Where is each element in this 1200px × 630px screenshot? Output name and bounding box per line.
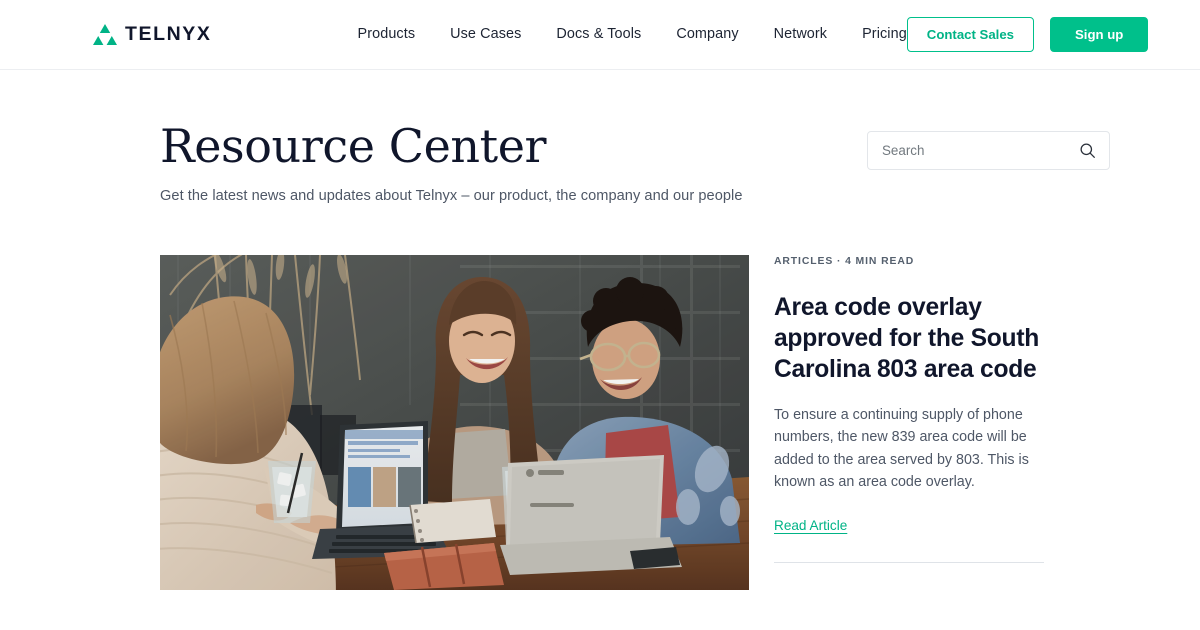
featured-article: ARTICLES · 4 MIN READ Area code overlay … bbox=[160, 254, 1110, 590]
article-description: To ensure a continuing supply of phone n… bbox=[774, 407, 1029, 490]
page-subtitle: Get the latest news and updates about Te… bbox=[160, 187, 743, 204]
nav-item-docs-tools[interactable]: Docs & Tools bbox=[556, 27, 641, 42]
nav-item-pricing[interactable]: Pricing bbox=[862, 27, 907, 42]
featured-article-text: ARTICLES · 4 MIN READ Area code overlay … bbox=[774, 255, 1044, 563]
search-icon[interactable] bbox=[1079, 142, 1096, 159]
read-article-link[interactable]: Read Article bbox=[774, 518, 847, 533]
page-title: Resource Center bbox=[160, 119, 547, 173]
featured-article-image[interactable] bbox=[160, 254, 749, 590]
resource-center-page: Resource Center Get the latest news and … bbox=[0, 70, 1200, 590]
nav-item-network[interactable]: Network bbox=[774, 27, 827, 42]
nav-item-products[interactable]: Products bbox=[358, 27, 416, 42]
search-input[interactable] bbox=[882, 143, 1079, 158]
sign-up-button[interactable]: Sign up bbox=[1050, 17, 1149, 52]
contact-sales-button[interactable]: Contact Sales bbox=[906, 17, 1035, 52]
primary-navigation: Products Use Cases Docs & Tools Company … bbox=[358, 27, 907, 42]
brand-logo-link[interactable]: TELNYX bbox=[92, 23, 212, 47]
article-title[interactable]: Area code overlay approved for the South… bbox=[774, 292, 1044, 386]
article-divider bbox=[774, 561, 1044, 563]
header-actions: Contact Sales Sign up bbox=[906, 17, 1149, 52]
article-meta: ARTICLES · 4 MIN READ bbox=[774, 255, 915, 267]
brand-name: TELNYX bbox=[125, 22, 212, 45]
nav-item-use-cases[interactable]: Use Cases bbox=[450, 27, 521, 42]
page-heading-row: Resource Center Get the latest news and … bbox=[160, 70, 1110, 204]
site-header: TELNYX Products Use Cases Docs & Tools C… bbox=[0, 0, 1200, 70]
telnyx-triangles-logo-icon bbox=[92, 23, 118, 47]
nav-item-company[interactable]: Company bbox=[676, 27, 738, 42]
search-box[interactable] bbox=[867, 131, 1110, 170]
page-heading-block: Resource Center Get the latest news and … bbox=[160, 121, 743, 204]
